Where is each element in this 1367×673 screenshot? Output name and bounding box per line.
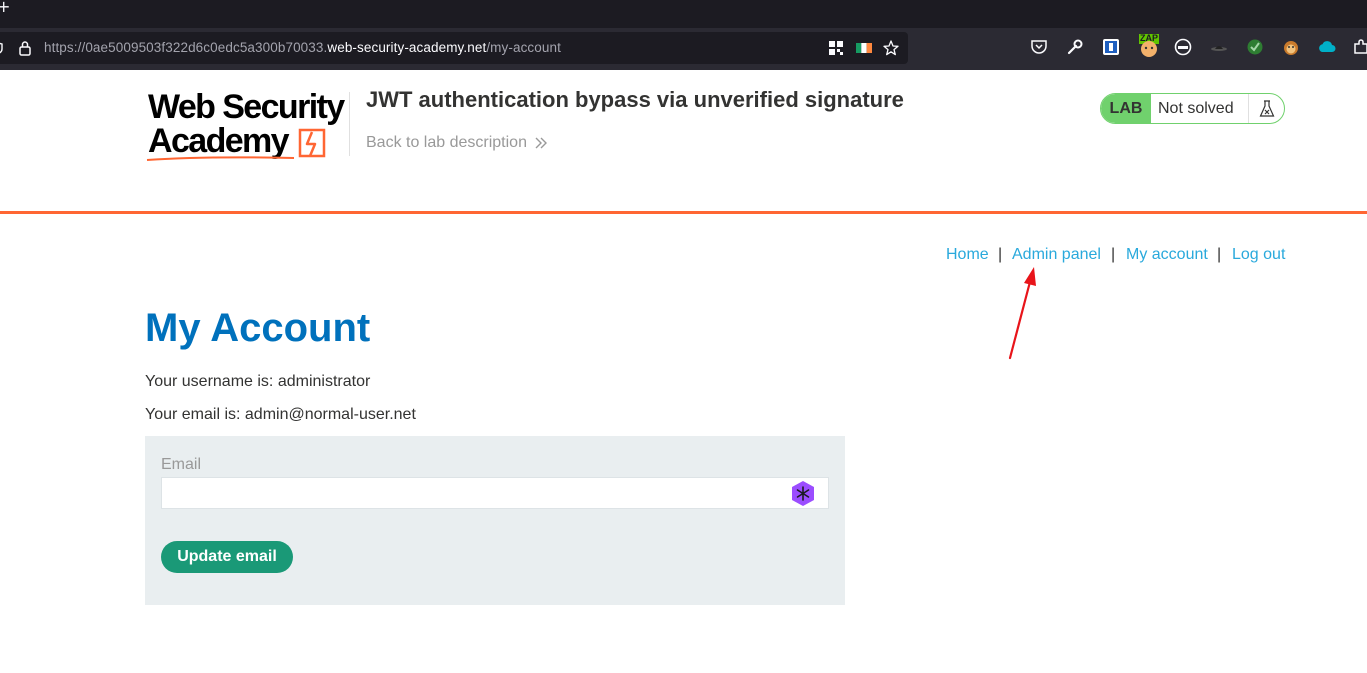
flag-icon[interactable] xyxy=(856,40,872,56)
url-host: web-security-academy.net xyxy=(327,40,487,55)
extension-icon-green[interactable] xyxy=(1246,38,1264,56)
bookmark-star-icon[interactable] xyxy=(883,40,899,56)
back-to-lab-description-link[interactable]: Back to lab description xyxy=(366,134,547,152)
nav-home-link[interactable]: Home xyxy=(946,246,989,264)
back-link-label: Back to lab description xyxy=(366,134,527,151)
lab-title: JWT authentication bypass via unverified… xyxy=(366,87,904,112)
address-bar[interactable]: https://0ae5009503f322d6c0edc5a300b70033… xyxy=(0,32,908,64)
lab-status-flask xyxy=(1248,94,1284,123)
extension-icon-blue[interactable] xyxy=(1102,38,1120,56)
nav-my-account-link[interactable]: My account xyxy=(1126,246,1208,264)
extension-icon-hat[interactable] xyxy=(1210,38,1228,56)
zap-icon[interactable]: ZAP xyxy=(1138,33,1160,58)
email-field[interactable] xyxy=(161,477,829,509)
update-email-button[interactable]: Update email xyxy=(161,541,293,573)
logo-bolt-icon xyxy=(298,128,326,158)
header-separator xyxy=(0,211,1367,214)
browser-toolbar: https://0ae5009503f322d6c0edc5a300b70033… xyxy=(0,28,1367,70)
extension-icon-cloud[interactable] xyxy=(1318,38,1336,56)
nav-separator: | xyxy=(1217,246,1222,263)
lab-badge: LAB xyxy=(1101,94,1151,123)
email-text: Your email is: admin@normal-user.net xyxy=(145,406,416,423)
nav-log-out-link[interactable]: Log out xyxy=(1232,246,1285,264)
logo-text-line1: Web Security xyxy=(148,88,345,126)
pocket-icon[interactable] xyxy=(1030,38,1048,56)
lock-icon[interactable] xyxy=(18,40,32,56)
flask-icon xyxy=(1259,100,1275,117)
double-chevron-right-icon xyxy=(535,137,547,149)
extension-icon-mask[interactable] xyxy=(1174,38,1192,56)
header-divider xyxy=(349,92,350,156)
logo-underline-swoosh xyxy=(146,156,295,161)
password-manager-icon[interactable] xyxy=(790,480,816,507)
wrench-icon[interactable] xyxy=(1066,38,1084,56)
logo-text-line2: Academy xyxy=(148,122,290,160)
url-text[interactable]: https://0ae5009503f322d6c0edc5a300b70033… xyxy=(44,40,561,55)
username-text: Your username is: administrator xyxy=(145,373,371,390)
new-tab-button[interactable]: + xyxy=(0,0,10,15)
email-field-label: Email xyxy=(161,456,202,473)
url-prefix: https://0ae5009503f322d6c0edc5a300b70033… xyxy=(44,40,328,55)
nav-separator: | xyxy=(1111,246,1116,263)
page-title: My Account xyxy=(145,306,371,350)
annotation-arrow xyxy=(1008,267,1036,360)
lab-status-widget: LAB Not solved xyxy=(1100,93,1285,124)
qr-code-icon[interactable] xyxy=(828,40,844,56)
url-path: /my-account xyxy=(486,40,561,55)
tracking-shield-icon[interactable] xyxy=(0,41,6,55)
extensions-puzzle-icon[interactable] xyxy=(1352,38,1367,56)
zap-label: ZAP xyxy=(1140,33,1158,43)
browser-tab-strip: + xyxy=(0,0,1367,28)
web-security-academy-logo[interactable]: Web Security Academy xyxy=(146,88,350,164)
change-email-form: Email Update email xyxy=(145,436,845,605)
lab-status-text: Not solved xyxy=(1158,100,1234,117)
extension-icon-monkey[interactable] xyxy=(1282,38,1300,56)
